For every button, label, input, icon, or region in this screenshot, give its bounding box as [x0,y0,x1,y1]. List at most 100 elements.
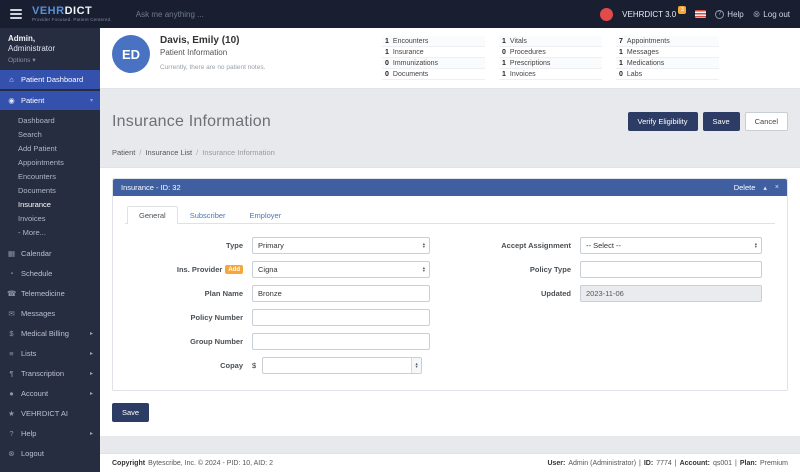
insurance-panel: Insurance - ID: 32 Delete ▴ × General Su… [100,167,800,436]
footer-session-info: User: Admin (Administrator) | ID: 7774 |… [547,460,788,467]
sidebar-item-documents[interactable]: Documents [0,183,100,197]
search-input[interactable] [134,9,354,20]
ins-provider-label: Ins. Provider Add [125,265,243,274]
accept-assignment-select[interactable]: -- Select -- ▴▾ [580,237,762,254]
help-icon: ? [715,10,724,19]
ins-provider-select[interactable]: Cigna ▴▾ [252,261,430,278]
policy-type-input[interactable] [580,261,762,278]
sidebar: Admin, Administrator Options ▾ ⌂ Patient… [0,28,100,472]
insurance-card-header: Insurance - ID: 32 Delete ▴ × [113,179,787,196]
stat-labs: 0Labs [616,69,719,80]
add-provider-button[interactable]: Add [225,265,243,274]
tab-subscriber[interactable]: Subscriber [178,206,238,224]
sidebar-item-vehrdict-ai[interactable]: ★ VEHRDICT AI [0,403,100,423]
copay-label: Copay [125,361,243,370]
sidebar-item-patient-dashboard[interactable]: ⌂ Patient Dashboard [0,70,100,89]
schedule-icon: ◔ [7,269,16,278]
sidebar-item-add-patient[interactable]: Add Patient [0,141,100,155]
sidebar-item-messages[interactable]: ✉ Messages [0,303,100,323]
insurance-form: Type Primary ▴▾ Accept Assignment -- Sel… [125,237,775,374]
calendar-icon: ▦ [7,249,16,258]
page-actions: Verify Eligibility Save Cancel [628,112,789,131]
sidebar-item-medical-billing[interactable]: $ Medical Billing ▸ [0,323,100,343]
stat-invoices: 1Invoices [499,69,602,80]
save-button-top[interactable]: Save [703,112,740,131]
patient-avatar: ED [112,35,150,73]
sidebar-item-lists[interactable]: ≡ Lists ▸ [0,343,100,363]
breadcrumb-current: Insurance Information [202,148,275,157]
verify-eligibility-button[interactable]: Verify Eligibility [628,112,698,131]
sidebar-item-calendar[interactable]: ▦ Calendar [0,243,100,263]
sidebar-item-dashboard[interactable]: Dashboard [0,113,100,127]
plan-name-input[interactable] [252,285,430,302]
flag-icon[interactable] [695,10,706,18]
lists-icon: ≡ [7,349,16,358]
sidebar-item-help[interactable]: ? Help ▸ [0,423,100,443]
accept-assignment-label: Accept Assignment [439,241,571,250]
sidebar-item-patient[interactable]: ◉ Patient ▾ [0,91,100,110]
sidebar-item-search[interactable]: Search [0,127,100,141]
type-label: Type [125,241,243,250]
policy-number-label: Policy Number [125,313,243,322]
stat-medications: 1Medications [616,58,719,69]
sidebar-main-nav: ▦ Calendar ◔ Schedule ☎ Telemedicine ✉ M… [0,243,100,463]
sidebar-item-encounters[interactable]: Encounters [0,169,100,183]
patient-icon: ◉ [7,96,16,105]
home-icon: ⌂ [7,75,16,84]
help-icon: ? [7,429,16,438]
logout-menu[interactable]: ⊗ Log out [753,9,790,20]
collapse-icon[interactable]: ▴ [763,184,767,192]
delete-button[interactable]: Delete [734,183,756,192]
version-label[interactable]: VEHRDICT 3.0 [622,10,676,19]
chevron-down-icon: ▾ [90,97,93,104]
policy-number-input[interactable] [252,309,430,326]
footer: Copyright Bytescribe, Inc. © 2024 - PID:… [100,453,800,472]
ai-icon: ★ [7,409,16,418]
page-title: Insurance Information [112,113,271,131]
main-content: ED Davis, Emily (10) Patient Information… [100,28,800,472]
tab-employer[interactable]: Employer [238,206,294,224]
logout-icon: ⊗ [7,449,16,458]
group-number-input[interactable] [252,333,430,350]
sidebar-item-schedule[interactable]: ◔ Schedule [0,263,100,283]
patient-info: Davis, Emily (10) Patient Information Cu… [160,35,372,80]
group-number-label: Group Number [125,337,243,346]
breadcrumb-insurance-list[interactable]: Insurance List [145,148,192,157]
transcription-icon: ¶ [7,369,16,378]
sidebar-item-more[interactable]: - More... [0,225,100,239]
save-button-bottom[interactable]: Save [112,403,149,422]
stat-prescriptions: 1Prescriptions [499,58,602,69]
sidebar-item-account[interactable]: ● Account ▸ [0,383,100,403]
sidebar-user-block: Admin, Administrator Options ▾ [0,28,100,69]
footer-copyright: Copyright Bytescribe, Inc. © 2024 - PID:… [112,460,273,467]
sidebar-item-telemedicine[interactable]: ☎ Telemedicine [0,283,100,303]
help-menu[interactable]: ? Help [715,10,743,19]
select-arrows-icon: ▴▾ [755,243,757,248]
breadcrumb-patient[interactable]: Patient [112,148,135,157]
stat-messages: 1Messages [616,47,719,58]
app-window: VEHRDICT Provider Focused. Patient Cente… [0,0,800,472]
chevron-right-icon: ▸ [90,390,93,397]
insurance-tabs: General Subscriber Employer [125,206,775,224]
sidebar-item-appointments[interactable]: Appointments [0,155,100,169]
sidebar-item-invoices[interactable]: Invoices [0,211,100,225]
sidebar-options-toggle[interactable]: Options ▾ [8,56,92,64]
sidebar-item-logout[interactable]: ⊗ Logout [0,443,100,463]
account-icon: ● [7,389,16,398]
app-logo[interactable]: VEHRDICT Provider Focused. Patient Cente… [32,6,112,23]
logo-part-2: DICT [65,5,93,17]
tab-general[interactable]: General [127,206,178,224]
copay-input[interactable] [262,357,422,374]
insurance-card-body: General Subscriber Employer Type Primary… [113,196,787,390]
user-avatar[interactable] [600,8,613,21]
cancel-button[interactable]: Cancel [745,112,788,131]
type-select[interactable]: Primary ▴▾ [252,237,430,254]
menu-icon[interactable] [10,9,22,19]
close-icon[interactable]: × [775,184,779,191]
spinner-arrows-icon[interactable]: ▴▾ [411,358,421,373]
sidebar-user-role: Administrator [8,44,92,53]
sidebar-item-transcription[interactable]: ¶ Transcription ▸ [0,363,100,383]
sidebar-item-insurance[interactable]: Insurance [0,197,100,211]
notification-badge[interactable]: 3 [678,6,686,14]
copay-cell: $ ▴▾ [252,357,430,374]
